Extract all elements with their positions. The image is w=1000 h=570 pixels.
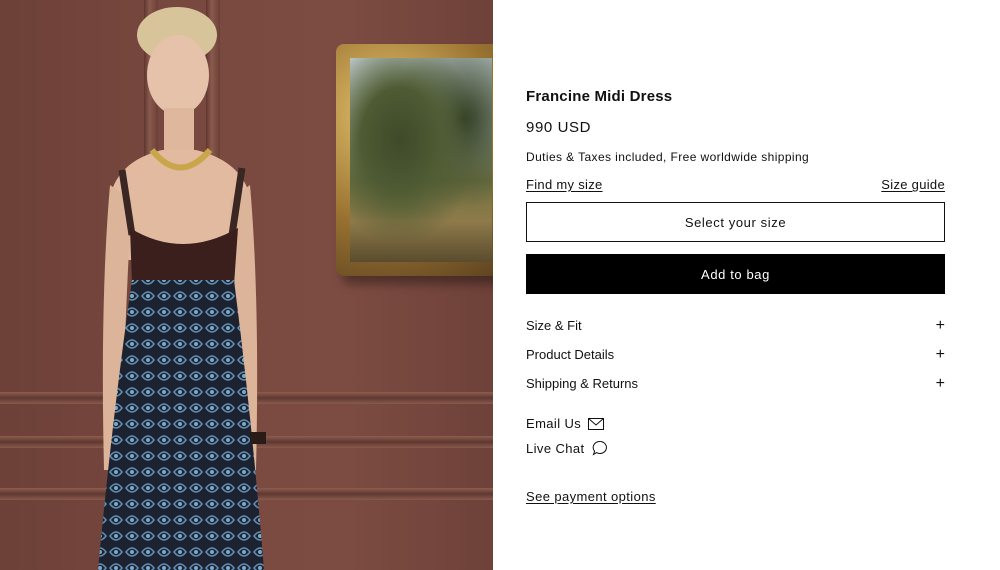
live-chat-link[interactable]: Live Chat	[526, 440, 608, 456]
add-to-bag-label: Add to bag	[701, 266, 770, 282]
live-chat-label: Live Chat	[526, 440, 585, 456]
email-us-link[interactable]: Email Us	[526, 416, 605, 431]
select-size-button[interactable]: Select your size	[526, 202, 945, 242]
select-size-label: Select your size	[684, 214, 787, 230]
size-guide-link[interactable]: Size guide	[881, 177, 945, 192]
envelope-icon	[588, 417, 605, 430]
accordion-size-fit[interactable]: Size & Fit +	[526, 318, 945, 336]
duties-note: Duties & Taxes included, Free worldwide …	[526, 150, 810, 164]
accordion-label: Shipping & Returns	[526, 376, 639, 391]
product-info-panel: Francine Midi Dress 990 USD Duties & Tax…	[526, 0, 946, 570]
product-price: 990 USD	[526, 119, 592, 136]
payment-options-link[interactable]: See payment options	[526, 489, 656, 504]
chat-bubble-icon	[592, 440, 607, 456]
model-figure	[98, 7, 266, 570]
plus-icon: +	[935, 375, 945, 392]
email-us-label: Email Us	[526, 416, 582, 431]
size-links-row: Find my size Size guide	[526, 177, 945, 192]
framed-painting	[336, 44, 493, 276]
plus-icon: +	[935, 346, 945, 363]
accordion-product-details[interactable]: Product Details +	[526, 347, 945, 365]
product-title: Francine Midi Dress	[526, 88, 673, 105]
accordion-shipping-returns[interactable]: Shipping & Returns +	[526, 376, 945, 394]
find-my-size-link[interactable]: Find my size	[526, 177, 603, 192]
product-photo	[0, 0, 493, 570]
add-to-bag-button[interactable]: Add to bag	[526, 254, 945, 294]
plus-icon: +	[935, 317, 945, 334]
accordion-label: Product Details	[526, 347, 615, 362]
accordion-label: Size & Fit	[526, 318, 582, 333]
